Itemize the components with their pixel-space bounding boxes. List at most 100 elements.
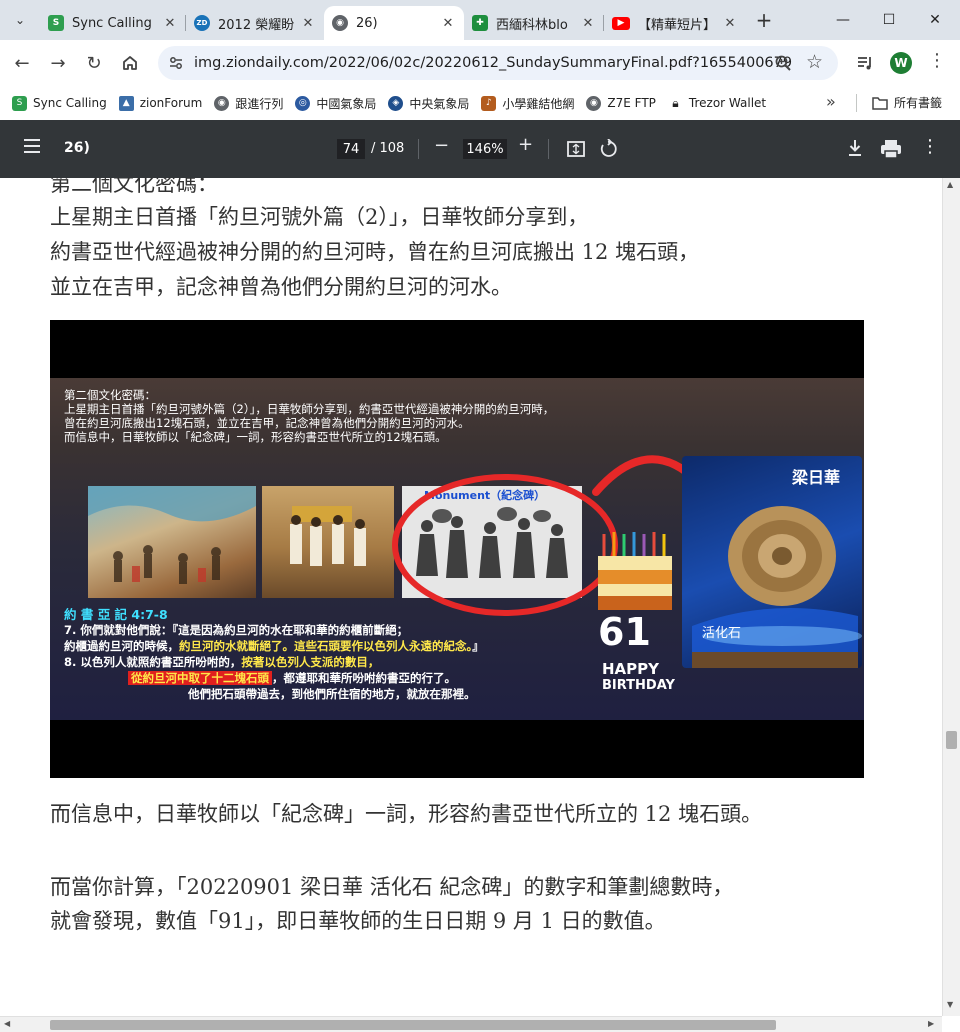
bookmark-label: 中國氣象局 — [316, 96, 377, 111]
sync-calling-favicon-icon: S — [12, 95, 27, 111]
bookmark-cma[interactable]: ◎ 中國氣象局 — [295, 95, 376, 112]
zoom-value: 146% — [466, 141, 504, 157]
tab-search-button[interactable]: ⌄ — [6, 6, 34, 34]
close-icon[interactable]: ✕ — [440, 16, 456, 31]
fit-page-icon — [567, 141, 585, 157]
current-page: 74 — [342, 141, 360, 157]
scroll-right-icon[interactable]: ▶ — [928, 1019, 934, 1028]
home-button[interactable] — [112, 45, 148, 81]
minus-icon: − — [434, 135, 450, 156]
birthday-text: BIRTHDAY — [602, 678, 675, 693]
slide-header-line: 而信息中，日華牧師以「紀念碑」一詞，形容約書亞世代所立的12塊石頭。 — [64, 430, 447, 444]
rotate-button[interactable] — [598, 138, 618, 163]
divider — [418, 139, 419, 159]
tab-title: 【精華短片】 — [638, 17, 716, 33]
zoom-out-button[interactable]: − — [434, 135, 449, 156]
tab-title: Sync Calling — [72, 15, 152, 31]
vertical-scroll-thumb[interactable] — [946, 731, 957, 749]
bookmark-sync-calling[interactable]: S Sync Calling — [12, 95, 107, 111]
zoom-level-input[interactable]: 146% — [463, 139, 507, 159]
pdf-more-button[interactable]: ⋮ — [921, 136, 939, 157]
back-button[interactable]: ← — [4, 45, 40, 81]
bookmark-cwb[interactable]: ◈ 中央氣象局 — [388, 95, 469, 112]
doc-line: 並立在吉甲，記念神曾為他們分開約旦河的河水。 — [50, 275, 512, 299]
doc-line: 就會發現，數值「91」，即日華牧師的生日日期 9 月 1 日的數值。 — [50, 909, 666, 933]
tab-pdf-active[interactable]: ◉ 26) ✕ — [324, 6, 464, 40]
close-window-button[interactable]: ✕ — [912, 0, 958, 40]
bookmarks-overflow-button[interactable]: » — [826, 92, 836, 111]
download-button[interactable] — [846, 138, 864, 162]
bookmark-label: 中央氣象局 — [409, 96, 470, 111]
globe-icon: ◉ — [214, 95, 230, 111]
print-button[interactable] — [880, 139, 902, 163]
forward-button[interactable]: → — [40, 45, 76, 81]
fossil-trophy: 梁日華 活化石 — [682, 456, 862, 668]
pdf-sidebar-toggle[interactable] — [22, 137, 42, 159]
minimize-button[interactable]: — — [820, 0, 866, 40]
trophy-title: 梁日華 — [792, 468, 841, 487]
globe-icon: ◉ — [586, 95, 602, 111]
vertical-scrollbar[interactable]: ▲ ▼ — [942, 178, 960, 1016]
painting-figures — [290, 506, 366, 566]
pdf-page-view[interactable]: 第二個文化密碼： 上星期主日首播「約旦河號外篇（2）」，日華牧師分享到， 約書亞… — [0, 178, 942, 1016]
reload-button[interactable]: ↻ — [76, 45, 112, 81]
guitar-favicon-icon: ♪ — [481, 95, 497, 111]
divider — [856, 94, 857, 112]
verse-line: 約櫃過約旦河的時候，約旦河的水就斷絕了。這些石頭要作以色列人永遠的紀念。』 — [64, 638, 484, 654]
zoom-icon[interactable] — [774, 54, 792, 72]
tab-sync-calling[interactable]: S Sync Calling ✕ — [40, 6, 186, 40]
bookmark-label: 小學雞結他網 — [502, 96, 575, 111]
scroll-left-icon[interactable]: ◀ — [4, 1019, 10, 1028]
omnibox[interactable]: img.ziondaily.com/2022/06/02c/20220612_S… — [158, 46, 838, 80]
verse-highlight-yellow: 按著以色列人支派的數目， — [241, 655, 380, 669]
bookmark-trezor[interactable]: 🔒︎ Trezor Wallet — [667, 95, 766, 111]
bookmark-follow-list[interactable]: ◉ 跟進行列 — [214, 95, 283, 112]
chevron-double-right-icon: » — [826, 92, 836, 111]
verse-line: 8. 以色列人就照約書亞所吩咐的，按著以色列人支派的數目， — [64, 654, 484, 670]
tab-simeon-blog[interactable]: ✚ 西緬科林blo ✕ — [464, 6, 604, 40]
scroll-down-icon[interactable]: ▼ — [947, 1000, 953, 1009]
media-control-icon[interactable] — [856, 54, 874, 72]
close-icon[interactable]: ✕ — [722, 16, 738, 31]
cwb-favicon-icon: ◈ — [388, 95, 404, 111]
painting-figures — [88, 486, 256, 584]
close-icon[interactable]: ✕ — [162, 16, 178, 31]
bookmark-guitar[interactable]: ♪ 小學雞結他網 — [481, 95, 574, 112]
site-info-icon[interactable] — [168, 55, 184, 71]
bookmark-ftp[interactable]: ◉ Z7E FTP — [586, 95, 656, 111]
tab-strip: ⌄ S Sync Calling ✕ ZD 2012 榮耀盼 ✕ ◉ 26) ✕… — [0, 0, 960, 40]
tab-title: 26) — [356, 15, 378, 31]
page-number-input[interactable]: 74 — [337, 139, 365, 159]
profile-avatar[interactable]: W — [890, 52, 912, 74]
close-icon[interactable]: ✕ — [300, 16, 316, 31]
bookmark-zionforum[interactable]: ▲ zionForum — [118, 95, 203, 111]
maximize-button[interactable]: ☐ — [866, 0, 912, 40]
fit-to-page-button[interactable] — [566, 139, 586, 163]
youtube-icon: ▶ — [612, 16, 630, 30]
doc-line: 而信息中，日華牧師以「紀念碑」一詞，形容約書亞世代所立的 12 塊石頭。 — [50, 802, 763, 826]
chevron-down-icon: ⌄ — [14, 13, 26, 27]
all-bookmarks-folder[interactable]: 所有書籤 — [872, 94, 942, 111]
verse-segment: 8. 以色列人就照約書亞所吩咐的， — [64, 655, 242, 669]
maximize-icon: ☐ — [882, 12, 896, 28]
menu-icon — [24, 139, 40, 153]
bookmark-star-icon[interactable]: ☆ — [806, 51, 823, 73]
more-vertical-icon: ⋮ — [921, 136, 939, 157]
tab-title: 2012 榮耀盼 — [218, 17, 294, 33]
url-text[interactable]: img.ziondaily.com/2022/06/02c/20220612_S… — [194, 55, 792, 71]
zoom-in-button[interactable]: + — [518, 134, 533, 155]
bookmark-label: 跟進行列 — [235, 96, 284, 111]
scroll-up-icon[interactable]: ▲ — [947, 180, 953, 189]
verse-highlight-yellow: 約旦河的水就斷絕了。 — [179, 639, 294, 653]
tab-2012-glory[interactable]: ZD 2012 榮耀盼 ✕ — [186, 6, 324, 40]
bookmark-label: zionForum — [139, 96, 203, 110]
tab-youtube-clip[interactable]: ▶ 【精華短片】 ✕ — [604, 6, 746, 40]
horizontal-scroll-thumb[interactable] — [50, 1020, 776, 1030]
verse-segment: ，都遵耶和華所吩咐約書亞的行了。 — [272, 671, 456, 685]
new-tab-button[interactable]: + — [750, 8, 778, 32]
minimize-icon: — — [836, 12, 850, 28]
slide-header-line: 第二個文化密碼： — [64, 388, 156, 402]
horizontal-scrollbar[interactable]: ◀ ▶ — [0, 1016, 942, 1032]
browser-menu-button[interactable]: ⋮ — [928, 50, 946, 71]
close-icon[interactable]: ✕ — [580, 16, 596, 31]
